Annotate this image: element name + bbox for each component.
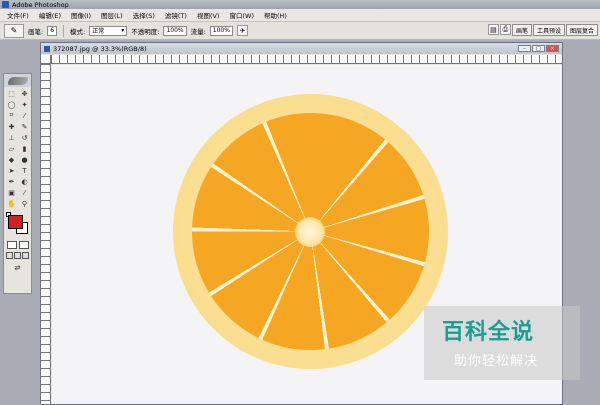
zoom-tool-icon[interactable]: ⚲ [18,198,31,209]
quick-mask-row [4,241,31,249]
mode-label: 模式: [70,27,86,36]
brush-label: 画笔: [28,27,44,36]
photoshop-icon [2,1,9,8]
tab-tool-presets[interactable]: 工具预设 [532,24,565,36]
menu-image[interactable]: 图像(I) [66,10,96,20]
menu-edit[interactable]: 编辑(E) [34,10,66,20]
airbrush-icon[interactable]: ✈ [236,25,248,36]
close-button[interactable]: × [546,45,559,52]
toolbox: ⬚ ✥ ◯ ✦ ⌗ ⁄ ✚ ✎ ⊥ ↺ ▱ ▮ ◆ ● ➤ T ✒ ◐ ▣ ⁄ … [3,73,32,294]
maximize-button[interactable]: □ [532,45,545,52]
document-icon [44,45,50,52]
tab-layer-comps[interactable]: 图层复合 [565,24,598,36]
shape-tool-icon[interactable]: ◐ [18,176,31,187]
file-browser-icon[interactable]: ▤ [487,24,499,35]
move-tool-icon[interactable]: ✥ [18,88,31,99]
blur-tool-icon[interactable]: ◆ [5,154,18,165]
watermark-title: 百科全说 [442,320,535,345]
separator [63,24,65,37]
menu-view[interactable]: 视图(V) [192,10,225,20]
eyedropper-tool-icon[interactable]: ⁄ [18,187,31,198]
horizontal-ruler[interactable] [51,55,562,64]
mode-select[interactable]: 正常 ▾ [89,25,128,36]
app-title-bar: Adobe Photoshop [0,0,600,9]
tool-grid: ⬚ ✥ ◯ ✦ ⌗ ⁄ ✚ ✎ ⊥ ↺ ▱ ▮ ◆ ● ➤ T ✒ ◐ ▣ ⁄ … [4,87,31,209]
marquee-tool-icon[interactable]: ⬚ [5,88,18,99]
menu-file[interactable]: 文件(F) [2,10,34,20]
opacity-label: 不透明度: [131,27,160,36]
chevron-down-icon: ▾ [121,27,125,34]
brush-tool-icon[interactable]: ✎ [18,121,31,132]
menu-window[interactable]: 窗口(W) [224,10,259,20]
color-swatches [4,211,31,239]
watermark-subtitle: 助你轻松解决 [454,354,539,369]
hand-tool-icon[interactable]: ✋ [5,198,18,209]
foreground-color-swatch[interactable] [8,215,23,229]
vertical-ruler[interactable] [41,64,51,404]
feather-logo-icon [7,76,28,85]
menu-filter[interactable]: 滤镜(T) [160,10,192,20]
menu-select[interactable]: 选择(S) [128,10,160,20]
screen-mode-row [4,252,31,259]
app-title: Adobe Photoshop [12,0,69,9]
quick-mask-mode-button[interactable] [18,241,29,249]
full-screen-menu-button[interactable] [14,252,21,259]
mode-value: 正常 [92,28,105,35]
notes-tool-icon[interactable]: ▣ [5,187,18,198]
brush-tool-preset-icon[interactable]: ✎ [4,23,24,38]
watermark: 百科全说 助你轻松解决 [424,306,580,380]
brush-size-picker[interactable]: 6 [47,25,58,36]
menu-bar: 文件(F) 编辑(E) 图像(I) 图层(L) 选择(S) 滤镜(T) 视图(V… [0,9,600,22]
type-tool-icon[interactable]: T [18,165,31,176]
document-title-bar[interactable]: 372087.jpg @ 33.3%(RGB/8) [41,43,562,54]
flow-label: 流量: [190,27,206,36]
tab-brushes[interactable]: 画笔 [511,24,532,36]
eraser-tool-icon[interactable]: ▱ [5,143,18,154]
magic-wand-tool-icon[interactable]: ✦ [18,99,31,110]
menu-help[interactable]: 帮助(H) [259,10,292,20]
standard-mode-button[interactable] [6,241,17,249]
minimize-button[interactable]: – [518,45,531,52]
dodge-tool-icon[interactable]: ● [18,154,31,165]
history-brush-tool-icon[interactable]: ↺ [18,132,31,143]
lasso-tool-icon[interactable]: ◯ [5,99,18,110]
pen-tool-icon[interactable]: ✒ [5,176,18,187]
healing-brush-tool-icon[interactable]: ✚ [5,121,18,132]
clone-stamp-tool-icon[interactable]: ⊥ [5,132,18,143]
imageready-row: ⇄ [4,262,31,273]
toolbox-header[interactable] [4,74,31,87]
slice-tool-icon[interactable]: ⁄ [18,110,31,121]
jump-to-imageready-icon[interactable]: ⇄ [11,262,24,273]
standard-screen-button[interactable] [6,252,13,259]
opacity-input[interactable]: 100% [163,25,187,36]
flow-input[interactable]: 100% [209,25,233,36]
document-title: 372087.jpg @ 33.3%(RGB/8) [53,44,147,53]
path-selection-tool-icon[interactable]: ➤ [5,165,18,176]
crop-tool-icon[interactable]: ⌗ [5,110,18,121]
ruler-origin[interactable] [41,55,51,64]
window-buttons: – □ × [518,45,559,52]
full-screen-button[interactable] [22,252,29,259]
gradient-tool-icon[interactable]: ▮ [18,143,31,154]
print-icon[interactable]: ⎙ [499,24,511,35]
palette-well: ▤ ⎙ 画笔 工具预设 图层复合 [487,24,598,36]
menu-layer[interactable]: 图层(L) [96,10,128,20]
orange-core [295,217,325,247]
